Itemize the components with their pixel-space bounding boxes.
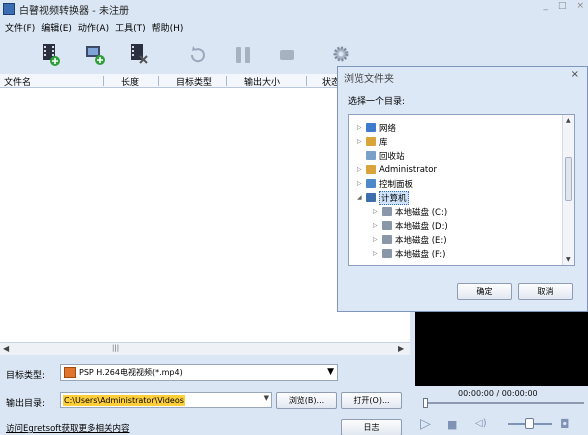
column-divider[interactable]: [306, 76, 307, 86]
dropdown-arrow-icon[interactable]: ▼: [264, 394, 269, 402]
add-video-icon[interactable]: [40, 42, 62, 68]
folder-tree[interactable]: ▷ 网络 ▷ 库 回收站 ▷ Administrator ▷ 控制面板 ◢ 计算…: [348, 114, 575, 266]
ok-button[interactable]: 确定: [457, 283, 512, 300]
drive-e-icon: [382, 235, 392, 244]
menu-action[interactable]: 动作(A): [75, 21, 112, 34]
target-type-select[interactable]: PSP H.264电视视频(*.mp4) ▼: [60, 364, 338, 381]
column-output-size[interactable]: 输出大小: [244, 75, 280, 88]
minimize-button[interactable]: _: [543, 1, 548, 11]
app-icon: [3, 3, 15, 15]
column-divider[interactable]: [158, 76, 159, 86]
tree-item-drive-d[interactable]: ▷ 本地磁盘 (D:): [373, 219, 448, 232]
output-dir-input[interactable]: C:\Users\Administrator\Videos ▼: [60, 392, 272, 408]
target-type-value: PSP H.264电视视频(*.mp4): [79, 368, 183, 377]
drive-f-icon: [382, 249, 392, 258]
expand-icon[interactable]: ▷: [357, 180, 364, 187]
expand-icon[interactable]: ▷: [373, 208, 380, 215]
browse-button[interactable]: 浏览(B)...: [276, 392, 337, 409]
drive-d-icon: [382, 221, 392, 230]
egretsoft-link[interactable]: 访问Egretsoft获取更多相关内容: [6, 422, 129, 434]
target-type-label: 目标类型:: [6, 371, 46, 381]
dropdown-arrow-icon[interactable]: ▼: [327, 367, 334, 377]
drive-c-icon: [382, 207, 392, 216]
add-folder-icon[interactable]: [84, 42, 106, 68]
column-filename[interactable]: 文件名: [4, 75, 31, 88]
video-format-icon: [64, 367, 76, 378]
menu-edit[interactable]: 编辑(E): [38, 21, 75, 34]
column-divider[interactable]: [226, 76, 227, 86]
tree-item-administrator[interactable]: ▷ Administrator: [357, 163, 437, 176]
browse-folder-dialog: 浏览文件夹 × 选择一个目录: ▷ 网络 ▷ 库 回收站 ▷ Administr…: [337, 66, 588, 312]
tree-item-computer[interactable]: ◢ 计算机: [357, 190, 409, 205]
collapse-icon[interactable]: ◢: [357, 194, 364, 201]
tree-vertical-scrollbar[interactable]: ▲ ▼: [562, 115, 574, 265]
log-button[interactable]: 日志: [341, 419, 402, 435]
menu-help[interactable]: 帮助(H): [149, 21, 187, 34]
scroll-up-button[interactable]: ▲: [566, 117, 571, 124]
output-dir-label: 输出目录:: [6, 399, 46, 409]
scroll-down-button[interactable]: ▼: [566, 256, 571, 263]
volume-icon[interactable]: ◁): [475, 418, 487, 429]
maximize-button[interactable]: □: [558, 1, 567, 11]
column-target-type[interactable]: 目标类型: [176, 75, 212, 88]
open-button[interactable]: 打开(O)...: [341, 392, 402, 409]
expand-icon[interactable]: ▷: [357, 166, 364, 173]
menu-tools[interactable]: 工具(T): [112, 21, 149, 34]
tree-item-control-panel[interactable]: ▷ 控制面板: [357, 177, 413, 190]
title-bar: 白瞽视频转换器 - 未注册 _ □ ×: [0, 0, 588, 18]
expand-icon[interactable]: ▷: [373, 250, 380, 257]
settings-icon[interactable]: [330, 42, 352, 68]
output-dir-value: C:\Users\Administrator\Videos: [63, 395, 185, 406]
dialog-title: 浏览文件夹: [344, 74, 394, 85]
scroll-left-button[interactable]: ◀: [3, 344, 9, 353]
user-folder-icon: [366, 165, 376, 174]
refresh-icon[interactable]: [186, 42, 208, 68]
tree-item-library[interactable]: ▷ 库: [357, 135, 388, 148]
stop-playback-icon[interactable]: ■: [447, 418, 457, 431]
expand-icon[interactable]: ▷: [357, 124, 364, 131]
stop-icon[interactable]: [276, 42, 298, 68]
expand-icon[interactable]: ▷: [357, 138, 364, 145]
tree-item-drive-c[interactable]: ▷ 本地磁盘 (C:): [373, 205, 447, 218]
recycle-bin-icon: [366, 151, 376, 160]
dialog-prompt: 选择一个目录:: [348, 97, 406, 107]
window-title: 白瞽视频转换器 - 未注册: [19, 5, 129, 17]
tree-item-drive-e[interactable]: ▷ 本地磁盘 (E:): [373, 233, 447, 246]
snapshot-icon[interactable]: ◘: [560, 417, 570, 431]
close-button[interactable]: ×: [576, 1, 584, 11]
menu-file[interactable]: 文件(F): [0, 21, 38, 34]
menu-bar: 文件(F) 编辑(E) 动作(A) 工具(T) 帮助(H): [0, 19, 186, 35]
tree-item-drive-f[interactable]: ▷ 本地磁盘 (F:): [373, 247, 445, 260]
expand-icon[interactable]: ▷: [373, 222, 380, 229]
network-icon: [366, 123, 376, 132]
tree-item-network[interactable]: ▷ 网络: [357, 121, 396, 134]
tree-item-recycle-bin[interactable]: 回收站: [357, 149, 405, 162]
play-icon[interactable]: ▷: [420, 416, 431, 432]
computer-icon: [366, 193, 376, 202]
expand-icon[interactable]: ▷: [373, 236, 380, 243]
control-panel-icon: [366, 179, 376, 188]
scroll-thumb[interactable]: [565, 157, 572, 201]
library-icon: [366, 137, 376, 146]
remove-icon[interactable]: [128, 42, 150, 68]
horizontal-scrollbar[interactable]: ◀ ||| ▶: [0, 342, 410, 355]
timecode: 00:00:00 / 00:00:00: [458, 389, 538, 398]
window-controls: _ □ ×: [543, 1, 584, 11]
dialog-close-icon[interactable]: ×: [571, 69, 579, 80]
volume-handle[interactable]: [525, 418, 534, 429]
column-divider[interactable]: [103, 76, 104, 86]
video-preview: [415, 312, 588, 386]
seek-handle[interactable]: [423, 398, 428, 408]
pause-icon[interactable]: [232, 42, 254, 68]
scroll-thumb[interactable]: |||: [112, 344, 119, 352]
cancel-button[interactable]: 取消: [518, 283, 573, 300]
scroll-right-button[interactable]: ▶: [398, 344, 404, 353]
seek-bar[interactable]: [424, 402, 584, 404]
column-length[interactable]: 长度: [121, 75, 139, 88]
